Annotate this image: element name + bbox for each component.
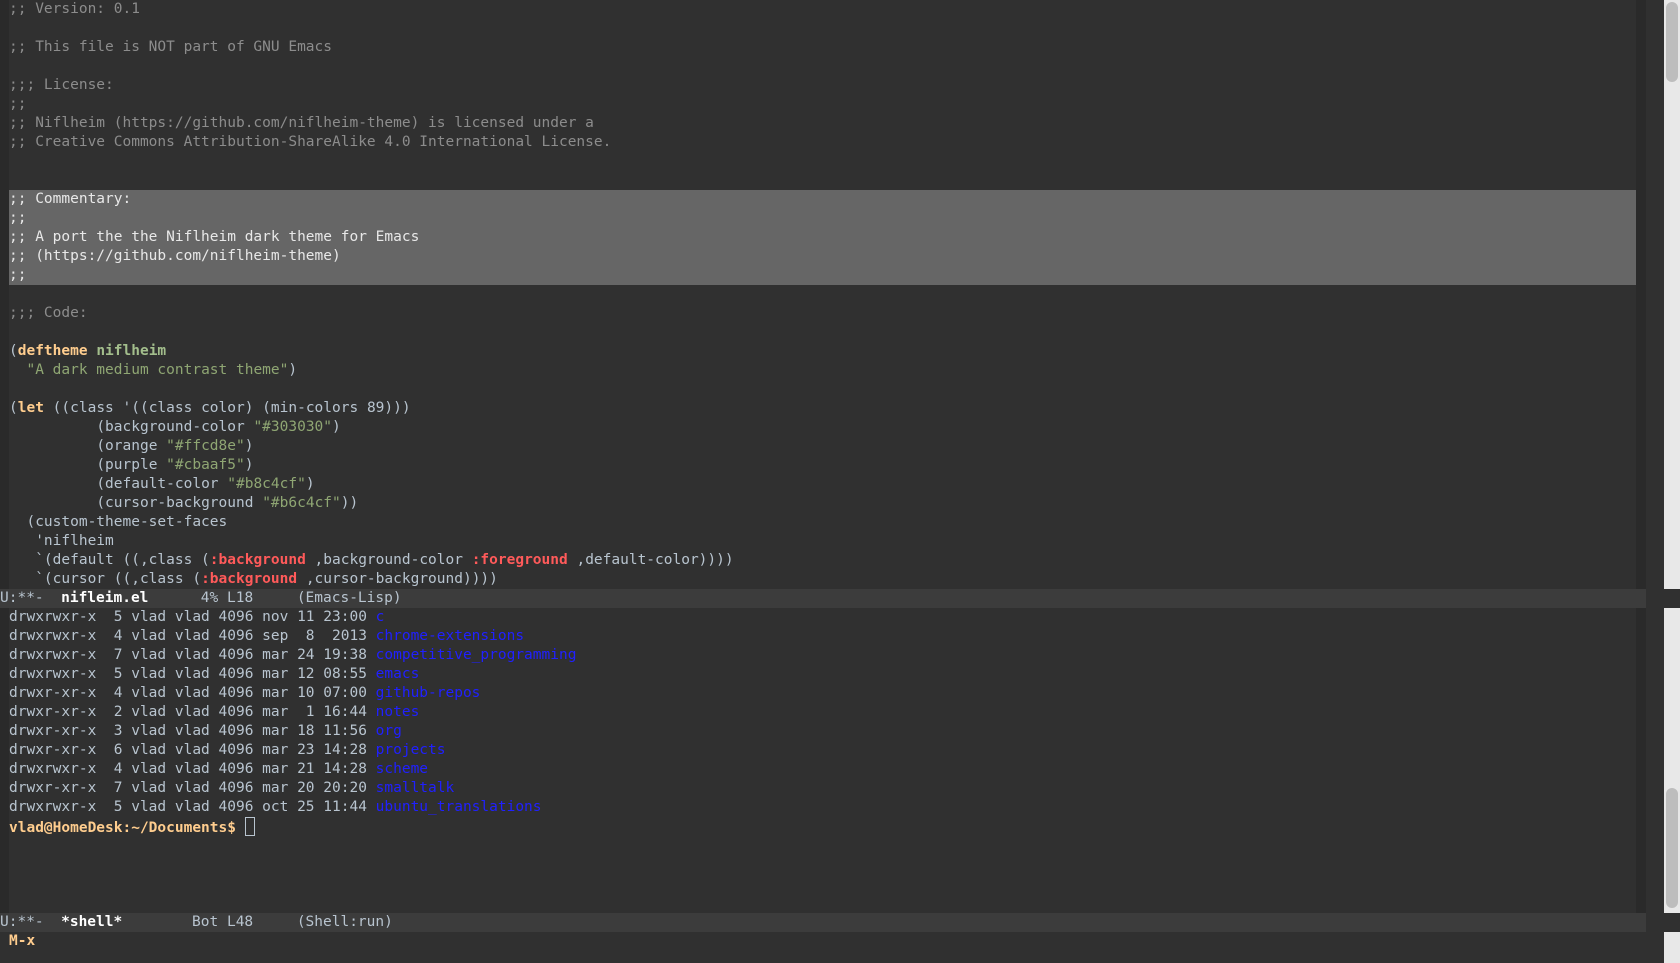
editor-modeline[interactable]: U:**- nifleim.el 4% L18 (Emacs-Lisp) <box>0 589 1646 608</box>
minibuffer-scrollbar <box>1664 932 1680 963</box>
directory-link[interactable]: projects <box>376 742 446 758</box>
directory-link[interactable]: scheme <box>376 761 428 777</box>
code-line[interactable]: (let ((class '((class color) (min-colors… <box>9 399 411 418</box>
code-line[interactable]: ;; Commentary: <box>9 190 131 209</box>
list-item: drwxr-xr-x 2 vlad vlad 4096 mar 1 16:44 … <box>9 704 420 720</box>
keyword-deftheme: deftheme <box>17 343 88 359</box>
code-line[interactable]: ;; Creative Commons Attribution-ShareAli… <box>9 133 611 152</box>
buffer-name[interactable]: nifleim.el <box>61 590 148 606</box>
code-line[interactable]: "A dark medium contrast theme") <box>9 361 297 380</box>
buffer-name[interactable]: *shell* <box>61 914 122 930</box>
code-line[interactable]: 'niflheim <box>9 532 114 551</box>
code-line[interactable]: (cursor-background "#b6c4cf")) <box>9 494 358 513</box>
code-line[interactable]: ;; <box>9 95 26 114</box>
left-fringe <box>0 0 9 589</box>
code-line[interactable]: ;; This file is NOT part of GNU Emacs <box>9 38 332 57</box>
code-line[interactable]: `(cursor ((,class (:background ,cursor-b… <box>9 570 498 589</box>
shell-modeline[interactable]: U:**- *shell* Bot L48 (Shell:run) <box>0 913 1646 932</box>
directory-link[interactable]: ubuntu_translations <box>376 799 542 815</box>
list-item: drwxrwxr-x 5 vlad vlad 4096 nov 11 23:00… <box>9 609 385 625</box>
editor-scrollbar[interactable] <box>1664 0 1680 589</box>
list-item: drwxrwxr-x 5 vlad vlad 4096 mar 12 08:55… <box>9 666 420 682</box>
shell-window[interactable]: drwxrwxr-x 5 vlad vlad 4096 nov 11 23:00… <box>0 608 1646 913</box>
buffer-position: 4% L18 <box>148 590 297 606</box>
list-item: drwxrwxr-x 5 vlad vlad 4096 oct 25 11:44… <box>9 799 542 815</box>
list-item: drwxr-xr-x 4 vlad vlad 4096 mar 10 07:00… <box>9 685 481 701</box>
editor-scroll-thumb[interactable] <box>1666 2 1678 82</box>
text-cursor <box>244 817 255 836</box>
directory-link[interactable]: github-repos <box>376 685 481 701</box>
shell-scrollbar[interactable] <box>1664 608 1680 913</box>
list-item: drwxr-xr-x 7 vlad vlad 4096 mar 20 20:20… <box>9 780 455 796</box>
code-line[interactable]: ;;; Code: <box>9 304 88 323</box>
list-item: drwxrwxr-x 4 vlad vlad 4096 mar 21 14:28… <box>9 761 429 777</box>
shell-prompt-line[interactable]: vlad@HomeDesk:~/Documents$ <box>9 817 255 836</box>
code-line[interactable]: ;; <box>9 209 26 228</box>
shell-scroll-thumb[interactable] <box>1666 788 1678 908</box>
directory-link[interactable]: smalltalk <box>376 780 455 796</box>
list-item: drwxrwxr-x 4 vlad vlad 4096 sep 8 2013 c… <box>9 628 525 644</box>
code-line[interactable]: `(default ((,class (:background ,backgro… <box>9 551 733 570</box>
directory-link[interactable]: emacs <box>376 666 420 682</box>
code-line[interactable]: ;; Version: 0.1 <box>9 0 140 19</box>
code-line[interactable]: (background-color "#303030") <box>9 418 340 437</box>
code-line[interactable]: (default-color "#b8c4cf") <box>9 475 314 494</box>
keyword-let: let <box>17 400 44 416</box>
minibuffer[interactable]: M-x <box>0 932 1646 963</box>
minibuffer-prompt: M-x <box>9 933 36 949</box>
code-line[interactable]: ;; (https://github.com/niflheim-theme) <box>9 247 341 266</box>
shell-prompt: vlad@HomeDesk:~/Documents$ <box>9 820 245 836</box>
directory-link[interactable]: c <box>376 609 385 625</box>
buffer-position: Bot L48 <box>122 914 297 930</box>
code-line[interactable]: (orange "#ffcd8e") <box>9 437 253 456</box>
right-fringe <box>1636 608 1646 913</box>
code-line[interactable]: (custom-theme-set-faces <box>9 513 227 532</box>
right-fringe <box>1636 0 1646 589</box>
code-line[interactable]: ;;; License: <box>9 76 114 95</box>
list-item: drwxr-xr-x 6 vlad vlad 4096 mar 23 14:28… <box>9 742 446 758</box>
code-line[interactable]: (deftheme niflheim <box>9 342 166 361</box>
list-item: drwxrwxr-x 7 vlad vlad 4096 mar 24 19:38… <box>9 647 577 663</box>
major-mode[interactable]: (Emacs-Lisp) <box>297 590 402 606</box>
directory-link[interactable]: chrome-extensions <box>376 628 524 644</box>
docstring: "A dark medium contrast theme" <box>26 362 289 378</box>
code-line[interactable]: ;; Niflheim (https://github.com/niflheim… <box>9 114 594 133</box>
editor-window[interactable]: ;; Version: 0.1 ;; This file is NOT part… <box>0 0 1646 589</box>
list-item: drwxr-xr-x 3 vlad vlad 4096 mar 18 11:56… <box>9 723 402 739</box>
code-line[interactable]: ;; <box>9 266 26 285</box>
theme-name: niflheim <box>96 343 167 359</box>
directory-link[interactable]: org <box>376 723 402 739</box>
code-line[interactable]: ;; A port the the Niflheim dark theme fo… <box>9 228 419 247</box>
left-fringe <box>0 608 9 913</box>
directory-link[interactable]: competitive_programming <box>376 647 577 663</box>
major-mode[interactable]: (Shell:run) <box>297 914 393 930</box>
code-line[interactable]: (purple "#cbaaf5") <box>9 456 253 475</box>
directory-link[interactable]: notes <box>376 704 420 720</box>
